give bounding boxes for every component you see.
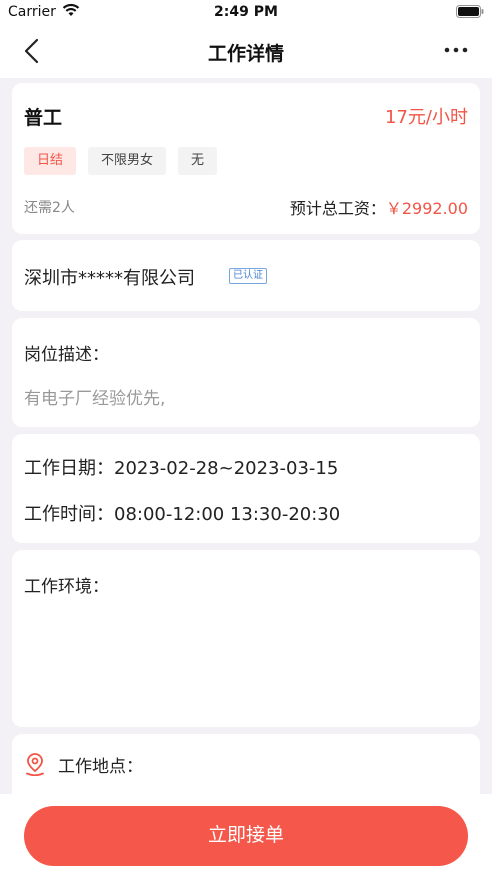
clock: 2:49 PM xyxy=(214,4,278,20)
total-wage-label: 预计总工资： xyxy=(289,199,386,218)
bottom-action-bar: 立即接单 xyxy=(0,794,492,878)
navigation-bar: 工作详情 xyxy=(0,24,492,78)
company-card[interactable]: 深圳市*****有限公司 已认证 xyxy=(12,240,480,311)
headcount-needed: 还需2人 xyxy=(24,200,75,216)
estimated-total-wage: 预计总工资：￥2992.00 xyxy=(290,195,468,219)
more-options-icon[interactable] xyxy=(444,42,468,58)
job-description-card: 岗位描述： 有电子厂经验优先, xyxy=(12,318,480,427)
tag-other: 无 xyxy=(178,147,218,175)
job-tags: 日结 不限男女 无 xyxy=(24,147,218,175)
company-name: 深圳市*****有限公司 xyxy=(24,268,195,289)
verified-badge: 已认证 xyxy=(229,268,267,284)
work-environment-card: 工作环境： xyxy=(12,550,480,727)
job-title: 普工 xyxy=(24,107,63,129)
accept-order-button[interactable]: 立即接单 xyxy=(24,806,468,866)
schedule-card: 工作日期：2023-02-28~2023-03-15 工作时间：08:00-12… xyxy=(12,434,480,543)
battery-icon xyxy=(456,5,484,18)
work-time: 工作时间：08:00-12:00 13:30-20:30 xyxy=(24,504,341,525)
page-title: 工作详情 xyxy=(207,43,284,65)
work-date: 工作日期：2023-02-28~2023-03-15 xyxy=(24,458,339,479)
tag-gender: 不限男女 xyxy=(88,147,167,175)
total-wage-amount: ￥2992.00 xyxy=(385,199,468,218)
hourly-wage: 17元/小时 xyxy=(385,107,468,128)
job-summary-card: 普工 17元/小时 日结 不限男女 无 还需2人 预计总工资：￥2992.00 xyxy=(12,83,480,234)
description-label: 岗位描述： xyxy=(24,345,109,365)
environment-label: 工作环境： xyxy=(24,577,109,597)
location-label: 工作地点： xyxy=(58,757,143,777)
tag-payment-daily: 日结 xyxy=(24,147,77,175)
status-bar: Carrier 2:49 PM xyxy=(0,0,492,24)
description-text: 有电子厂经验优先, xyxy=(24,389,166,409)
location-pin-icon xyxy=(26,753,44,776)
